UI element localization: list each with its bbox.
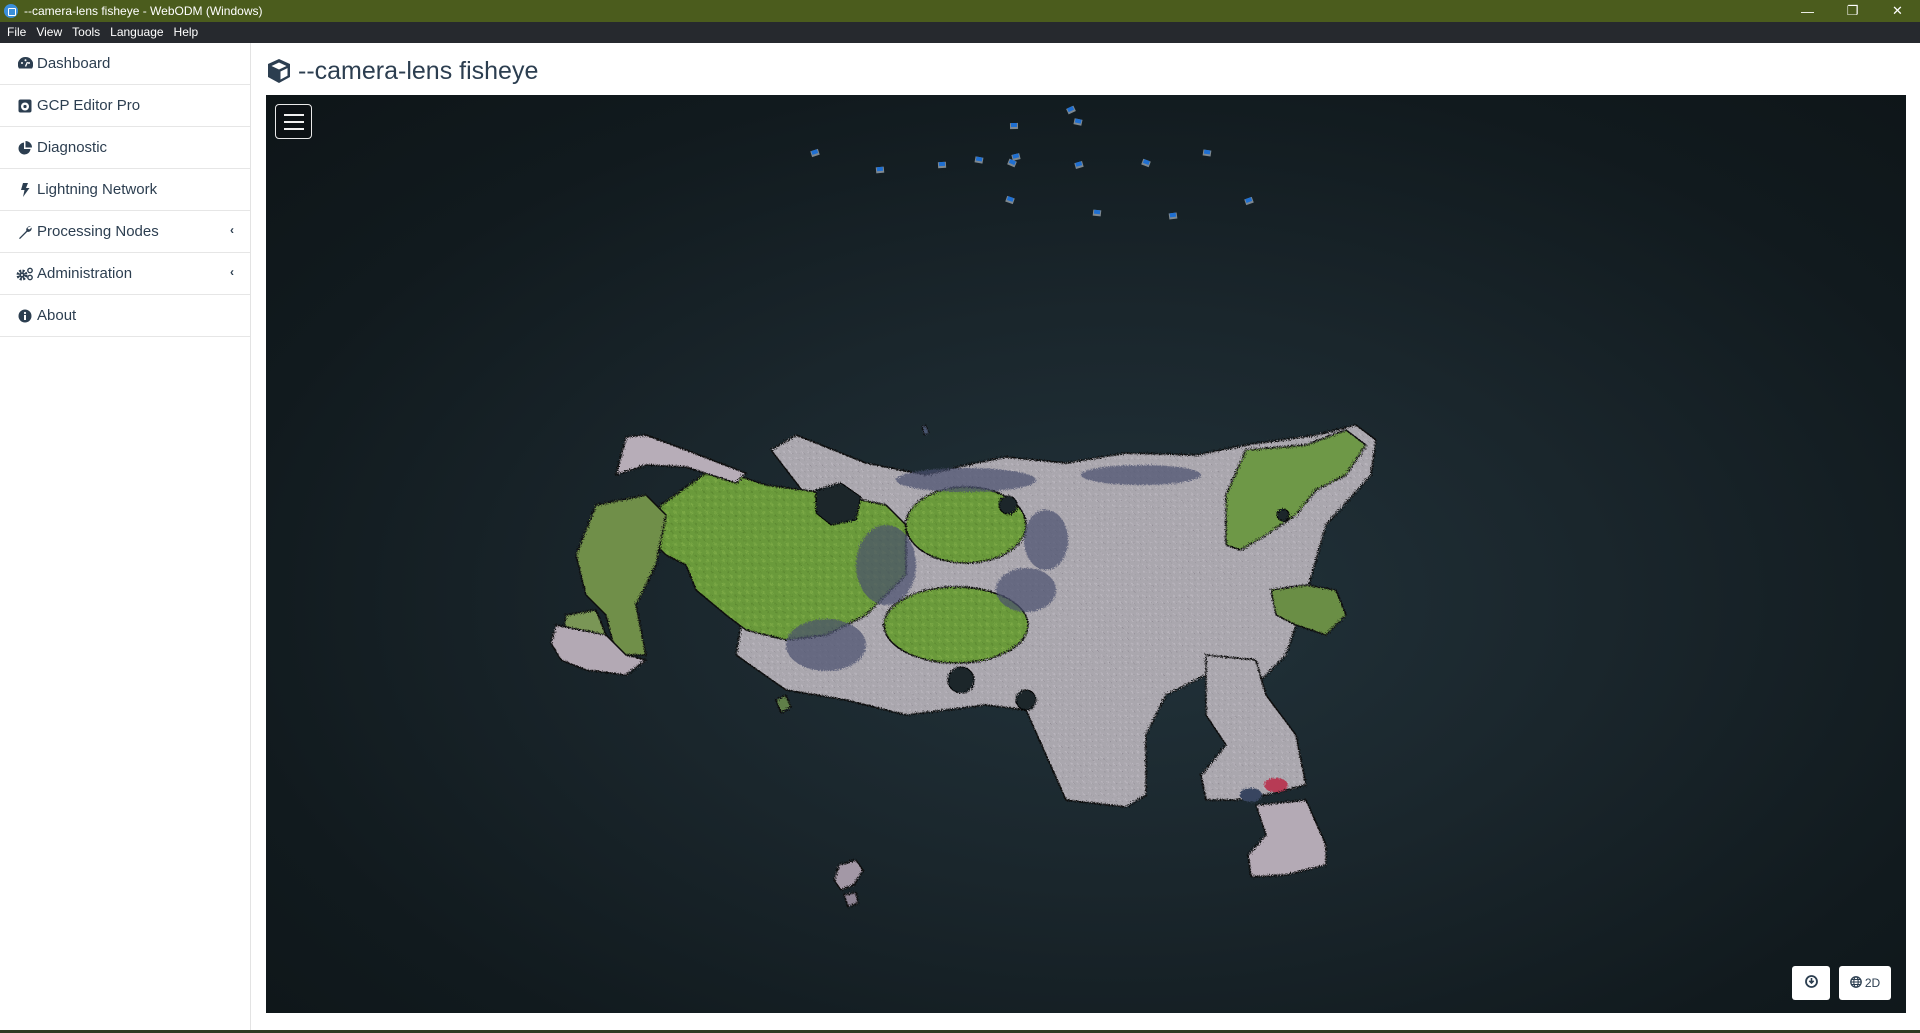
dashboard-gauge-icon [16, 57, 34, 70]
camera-marker[interactable] [974, 156, 984, 164]
minimize-button[interactable]: — [1785, 0, 1830, 22]
camera-marker[interactable] [810, 148, 820, 158]
sidebar-item-gcp-editor-pro[interactable]: GCP Editor Pro [0, 85, 250, 127]
camera-marker[interactable] [1066, 105, 1076, 115]
sidebar-item-label: Dashboard [37, 55, 111, 72]
camera-marker[interactable] [1141, 158, 1151, 168]
menu-file[interactable]: File [2, 22, 31, 43]
menu-language[interactable]: Language [105, 22, 168, 43]
switch-to-2d-button[interactable]: 2D [1839, 966, 1891, 1000]
camera-marker[interactable] [875, 166, 885, 174]
lightning-bolt-icon [16, 182, 34, 197]
menu-help[interactable]: Help [169, 22, 204, 43]
download-circle-icon [1804, 975, 1818, 991]
chevron-left-icon: ‹ [230, 265, 234, 279]
stray-fragment-southwest-2 [843, 891, 859, 908]
info-circle-icon [16, 309, 34, 323]
chevron-left-icon: ‹ [230, 223, 234, 237]
point-cloud-model [550, 424, 1377, 908]
camera-marker[interactable] [1074, 161, 1084, 169]
page-title-text: --camera-lens fisheye [298, 56, 539, 85]
menu-bar: File View Tools Language Help [0, 22, 1920, 43]
viewer-menu-toggle[interactable] [275, 104, 312, 139]
switch-to-2d-label: 2D [1864, 976, 1881, 990]
restore-button[interactable]: ❐ [1830, 0, 1875, 22]
stray-fragment-southwest [833, 859, 864, 891]
car-red [1264, 778, 1288, 792]
camera-marker[interactable] [1011, 153, 1021, 161]
wrench-icon [16, 225, 34, 239]
sidebar-item-label: Administration [37, 265, 133, 282]
pavement-strip-northwest [614, 434, 748, 484]
sidebar-item-label: Diagnostic [37, 139, 108, 156]
stray-fragment-west [775, 693, 792, 715]
gears-icon [16, 267, 34, 281]
camera-marker[interactable] [1168, 212, 1178, 220]
pavement-tail-south [1200, 654, 1307, 801]
sidebar-item-about[interactable]: About [0, 295, 250, 337]
cube-icon [266, 58, 292, 84]
camera-markers [810, 105, 1254, 220]
page-title: --camera-lens fisheye [266, 54, 538, 88]
camera-marker[interactable] [1202, 149, 1212, 157]
point-cloud-viewer[interactable]: 2D [266, 95, 1906, 1013]
sidebar: Dashboard GCP Editor Pro Diagnostic Ligh… [0, 43, 251, 1033]
close-button[interactable]: ✕ [1875, 0, 1920, 22]
webodm-app-icon [4, 4, 18, 18]
pie-chart-icon [16, 140, 34, 155]
gcp-editor-icon [16, 99, 34, 113]
camera-marker[interactable] [1092, 209, 1102, 217]
menu-tools[interactable]: Tools [67, 22, 105, 43]
camera-marker[interactable] [1073, 118, 1083, 126]
globe-icon [1849, 975, 1862, 991]
pavement-south-end [1247, 799, 1327, 878]
camera-marker[interactable] [1244, 196, 1254, 206]
sidebar-item-administration[interactable]: Administration ‹ [0, 253, 250, 295]
hamburger-menu-icon-line [283, 113, 304, 116]
hamburger-menu-icon-line [283, 120, 304, 123]
sidebar-item-processing-nodes[interactable]: Processing Nodes ‹ [0, 211, 250, 253]
point-cloud-scene[interactable] [266, 95, 1906, 1013]
sidebar-item-label: About [37, 307, 77, 324]
restore-icon: ❐ [1846, 3, 1859, 18]
camera-marker[interactable] [937, 161, 947, 169]
sidebar-item-label: Processing Nodes [37, 223, 159, 240]
stray-fragment-north [921, 424, 930, 436]
camera-marker[interactable] [1005, 195, 1015, 205]
sidebar-item-lightning-network[interactable]: Lightning Network [0, 169, 250, 211]
car-dark [1240, 788, 1262, 802]
camera-marker[interactable] [1009, 122, 1019, 130]
window-title-bar: --camera-lens fisheye - WebODM (Windows)… [0, 0, 1920, 22]
sidebar-item-label: Lightning Network [37, 181, 158, 198]
sidebar-item-diagnostic[interactable]: Diagnostic [0, 127, 250, 169]
sidebar-item-label: GCP Editor Pro [37, 97, 141, 114]
download-button[interactable] [1792, 966, 1830, 1000]
close-icon: ✕ [1892, 3, 1903, 18]
window-controls: — ❐ ✕ [1785, 0, 1920, 22]
window-title: --camera-lens fisheye - WebODM (Windows) [24, 4, 263, 18]
minimize-icon: — [1801, 3, 1814, 19]
sidebar-item-dashboard[interactable]: Dashboard [0, 43, 250, 85]
menu-view[interactable]: View [31, 22, 67, 43]
hamburger-menu-icon-line [283, 127, 304, 130]
